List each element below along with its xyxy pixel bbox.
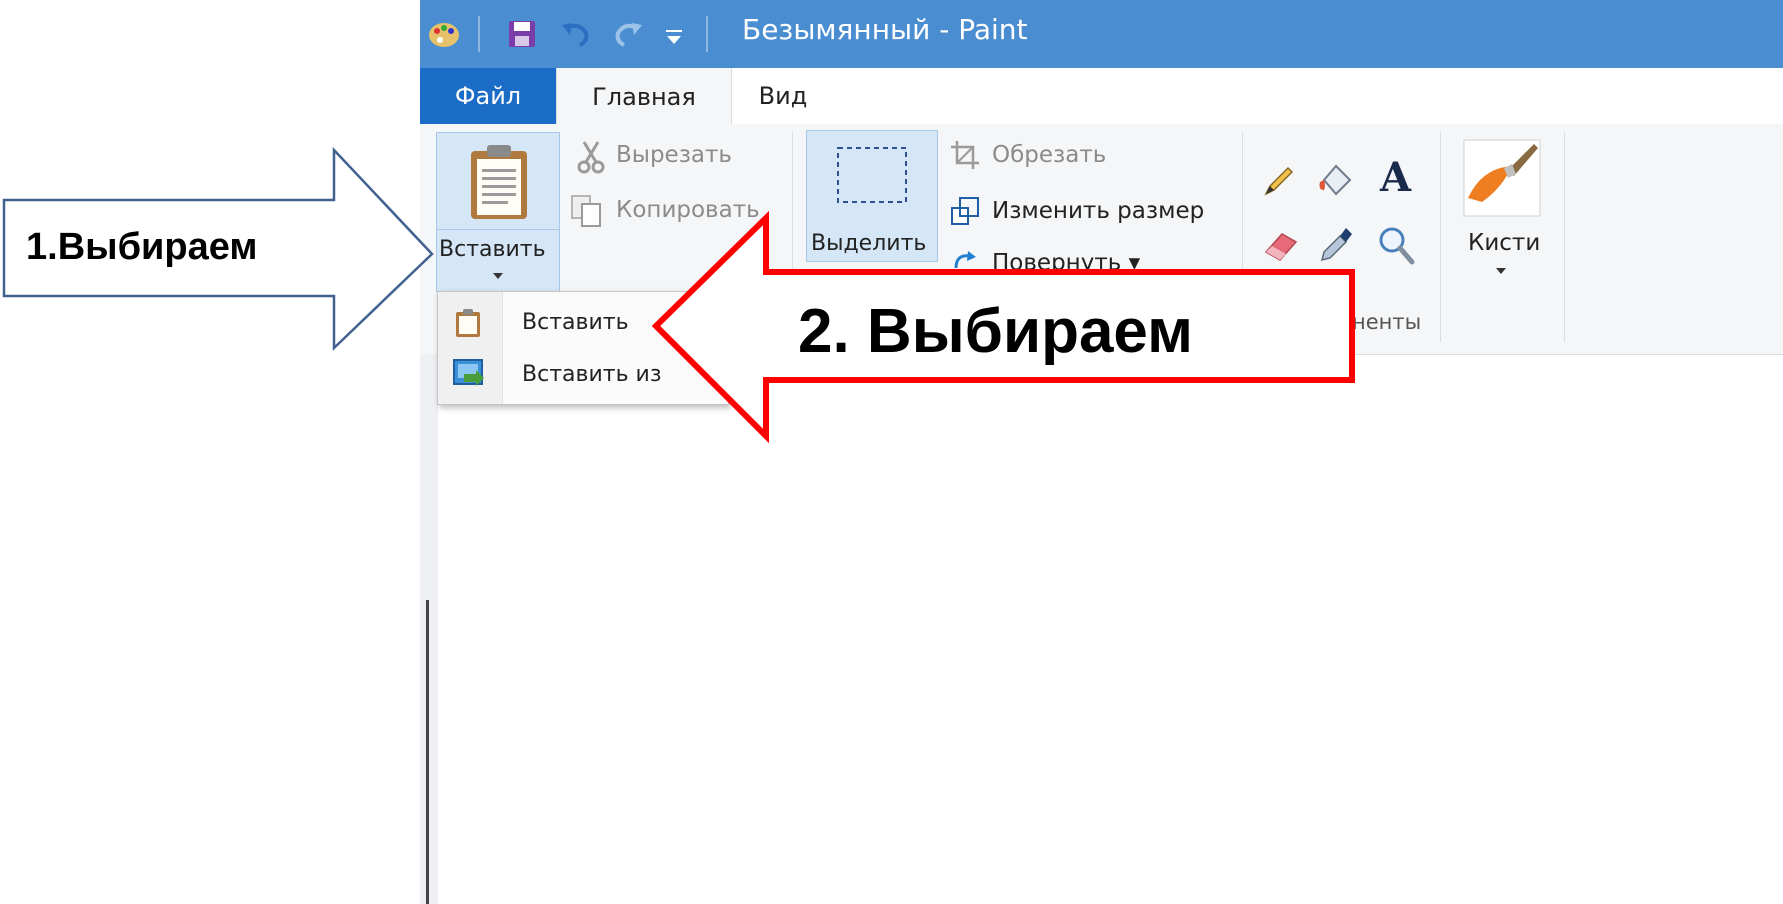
- split-divider: [437, 229, 559, 230]
- clipboard-icon: [471, 145, 527, 219]
- magnifier-icon[interactable]: [1376, 224, 1416, 266]
- text-tool-icon[interactable]: A: [1380, 154, 1411, 201]
- paste-button[interactable]: Вставить: [436, 132, 560, 292]
- copy-icon: [571, 195, 601, 227]
- brush-icon[interactable]: [1462, 138, 1542, 218]
- save-icon[interactable]: [506, 16, 538, 52]
- tab-view[interactable]: Вид: [738, 68, 828, 124]
- callout-step2-text: 2. Выбираем: [798, 297, 1193, 366]
- customize-qat-icon[interactable]: [664, 16, 684, 52]
- paste-label: Вставить: [439, 237, 546, 262]
- pencil-icon[interactable]: [1262, 164, 1296, 198]
- crop-button[interactable]: Обрезать: [992, 142, 1106, 168]
- title-bar: Безымянный - Paint: [420, 0, 1783, 68]
- scissors-icon: [577, 141, 605, 174]
- group-separator: [1564, 132, 1565, 342]
- callout-step1-text: 1.Выбираем: [26, 226, 258, 268]
- selection-rect-icon: [837, 147, 907, 203]
- callout-arrow-step1: [2, 146, 434, 351]
- crop-icon: [951, 141, 979, 169]
- chevron-down-icon[interactable]: [1494, 266, 1508, 276]
- cut-button[interactable]: Вырезать: [616, 142, 732, 168]
- canvas-margin: [420, 354, 438, 904]
- clipboard-icon: [456, 309, 480, 337]
- canvas-edge: [426, 600, 429, 904]
- undo-icon[interactable]: [558, 16, 592, 52]
- redo-icon[interactable]: [612, 16, 646, 52]
- qat-divider: [706, 16, 708, 52]
- paste-from-icon: [453, 359, 484, 386]
- qat-divider: [478, 16, 480, 52]
- menu-item-label: Вставить: [522, 310, 629, 335]
- ribbon-tab-bar: Файл Главная Вид: [420, 68, 1783, 125]
- fill-bucket-icon[interactable]: [1316, 160, 1356, 200]
- brushes-label[interactable]: Кисти: [1468, 230, 1540, 256]
- tab-home[interactable]: Главная: [556, 68, 732, 125]
- chevron-down-icon: [493, 273, 503, 279]
- group-separator: [1440, 132, 1441, 342]
- window-title: Безымянный - Paint: [742, 13, 1028, 46]
